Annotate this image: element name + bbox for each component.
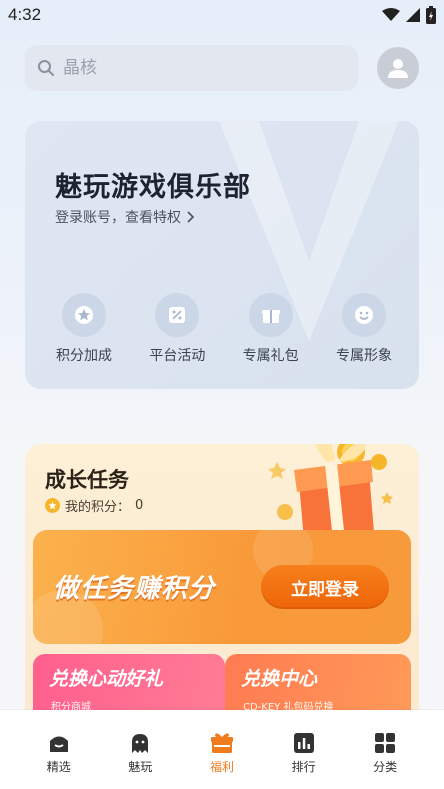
- bar-chart-icon: [293, 733, 314, 753]
- search-icon: [38, 60, 54, 76]
- gift-box-icon: [210, 733, 233, 753]
- tab-categories[interactable]: 分类: [352, 710, 418, 775]
- perk-list: 积分加成 平台活动 专属礼包 专属形象: [40, 293, 408, 365]
- tab-welfare[interactable]: 福利: [189, 710, 255, 775]
- gift-box-illustration: [268, 444, 393, 540]
- perk-platform-events[interactable]: 平台活动: [133, 293, 221, 365]
- perk-points-bonus[interactable]: 积分加成: [40, 293, 128, 365]
- points-coin-icon: [45, 498, 60, 513]
- tab-label: 精选: [46, 760, 71, 774]
- avatar[interactable]: [377, 47, 419, 89]
- growth-task-card: 成长任务 我的积分： 0 做任务赚积分 立即登录 兑换心动好礼 积分商城 兑换中…: [25, 444, 419, 744]
- tab-label: 排行: [291, 760, 316, 774]
- login-now-button[interactable]: 立即登录: [261, 565, 389, 609]
- tab-featured[interactable]: 精选: [26, 710, 92, 775]
- perk-exclusive-gift[interactable]: 专属礼包: [227, 293, 315, 365]
- signal-icon: [406, 8, 420, 22]
- status-bar: 4:32: [0, 0, 444, 32]
- tab-label: 魅玩: [128, 760, 153, 774]
- points-label: 我的积分：: [65, 500, 131, 515]
- tab-label: 福利: [209, 760, 234, 774]
- status-icons: [382, 6, 436, 24]
- task-title: 成长任务: [45, 468, 129, 492]
- perk-label: 专属形象: [335, 348, 392, 364]
- redeem-center-title: 兑换中心: [241, 668, 318, 690]
- ghost-icon: [132, 734, 149, 753]
- club-title: 魅玩游戏俱乐部: [55, 172, 251, 203]
- perk-label: 专属礼包: [242, 348, 299, 364]
- chevron-right-icon: [187, 211, 195, 223]
- home-icon: [49, 736, 68, 752]
- wifi-icon: [382, 8, 400, 21]
- search-bar[interactable]: [25, 45, 358, 91]
- login-prompt-link[interactable]: 登录账号，查看特权: [55, 207, 195, 227]
- earn-points-banner[interactable]: 做任务赚积分 立即登录: [33, 530, 411, 644]
- tab-ranking[interactable]: 排行: [271, 710, 337, 775]
- user-icon: [388, 59, 408, 78]
- login-prompt-text: 登录账号，查看特权: [55, 210, 181, 226]
- club-card[interactable]: 魅玩游戏俱乐部 登录账号，查看特权 积分加成 平台活动 专属礼包 专属形象: [25, 121, 419, 389]
- my-points: 我的积分： 0: [45, 496, 143, 515]
- search-input[interactable]: [63, 58, 323, 78]
- perk-label: 积分加成: [56, 348, 112, 364]
- percent-tag-icon: [155, 293, 200, 337]
- redeem-gifts-title: 兑换心动好礼: [49, 668, 164, 690]
- bottom-tab-bar: 精选 魅玩 福利 排行 分类: [0, 710, 444, 789]
- smile-face-icon: [341, 293, 386, 337]
- star-badge-icon: [62, 293, 106, 337]
- perk-label: 平台活动: [149, 348, 206, 364]
- points-value: 0: [135, 498, 144, 513]
- earn-points-text: 做任务赚积分: [53, 574, 216, 604]
- gift-icon: [248, 293, 293, 337]
- grid-icon: [375, 733, 396, 753]
- status-time: 4:32: [8, 5, 42, 24]
- tab-meiwan[interactable]: 魅玩: [107, 710, 173, 775]
- tab-label: 分类: [373, 760, 398, 774]
- battery-icon: [426, 6, 436, 24]
- perk-exclusive-avatar[interactable]: 专属形象: [320, 293, 408, 365]
